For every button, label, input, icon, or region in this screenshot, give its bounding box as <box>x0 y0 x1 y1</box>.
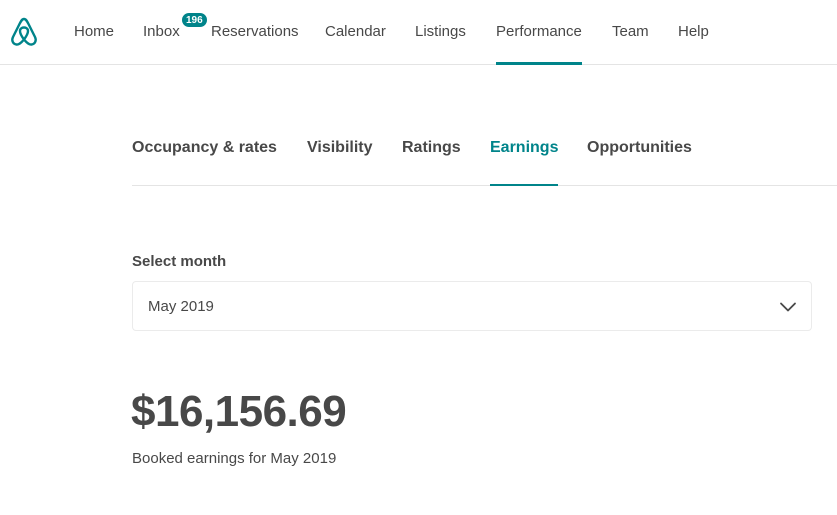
tab-opportunities[interactable]: Opportunities <box>587 112 692 186</box>
month-select-dropdown[interactable]: May 2019 <box>132 281 812 331</box>
inbox-unread-badge: 196 <box>181 12 208 28</box>
airbnb-logo-icon[interactable] <box>9 16 39 48</box>
month-select-value: May 2019 <box>148 298 214 315</box>
select-month-label: Select month <box>132 253 227 270</box>
nav-item-help[interactable]: Help <box>678 0 709 65</box>
performance-subtabs: Occupancy & rates Visibility Ratings Ear… <box>132 112 837 186</box>
nav-item-listings[interactable]: Listings <box>415 0 466 65</box>
nav-item-calendar[interactable]: Calendar <box>325 0 386 65</box>
nav-item-reservations[interactable]: Reservations <box>211 0 299 65</box>
booked-earnings-amount: $16,156.69 <box>131 387 347 436</box>
booked-earnings-caption: Booked earnings for May 2019 <box>132 450 337 467</box>
top-navigation-bar: Home Inbox 196 Reservations Calendar Lis… <box>0 0 837 65</box>
tab-ratings[interactable]: Ratings <box>402 112 461 186</box>
tab-visibility[interactable]: Visibility <box>307 112 373 186</box>
nav-item-home[interactable]: Home <box>74 0 114 65</box>
chevron-down-icon <box>780 302 796 312</box>
tab-occupancy-rates[interactable]: Occupancy & rates <box>132 112 277 186</box>
nav-item-team[interactable]: Team <box>612 0 649 65</box>
nav-item-inbox[interactable]: Inbox <box>143 0 180 65</box>
tab-earnings[interactable]: Earnings <box>490 112 559 186</box>
nav-item-performance[interactable]: Performance <box>496 0 582 65</box>
